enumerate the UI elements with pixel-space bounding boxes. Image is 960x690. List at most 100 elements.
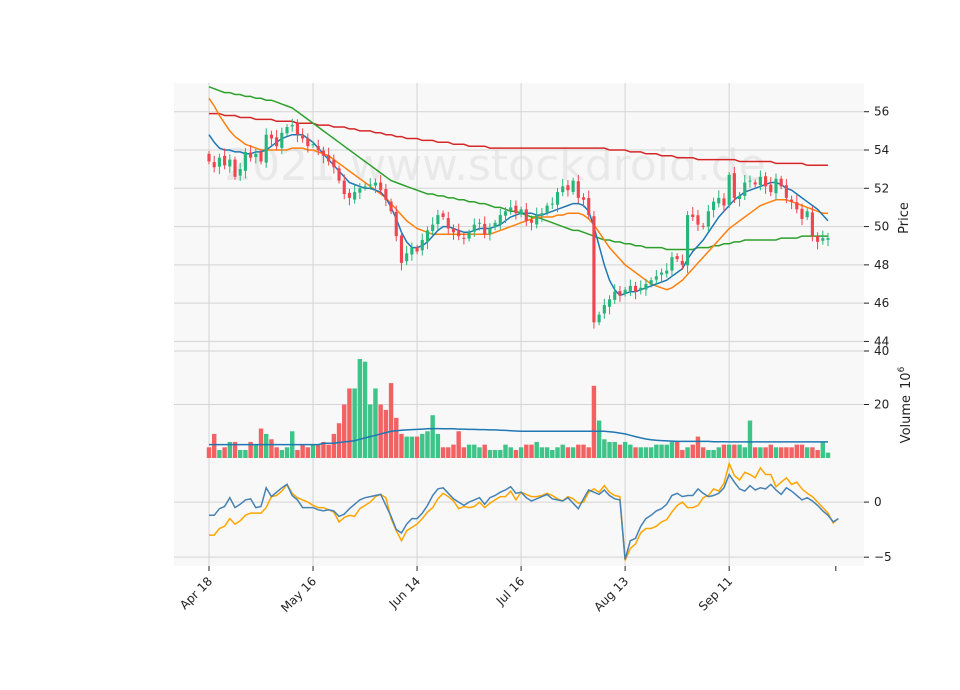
candle-body: [712, 201, 716, 211]
candle-body: [394, 211, 398, 237]
volume-bar: [695, 436, 701, 458]
candle-body: [425, 230, 430, 242]
candle-body: [441, 213, 445, 217]
volume-bar: [383, 409, 389, 458]
candle-body: [249, 152, 253, 158]
volume-bar: [529, 444, 534, 458]
volume-bar: [591, 385, 597, 458]
candle-body: [592, 216, 596, 323]
volume-bar: [295, 449, 300, 458]
volume-bar: [211, 433, 217, 458]
volume-bar: [362, 361, 368, 458]
volume-bar: [815, 449, 820, 458]
volume-axis-label: Volume 106: [897, 366, 914, 443]
volume-bar: [258, 428, 264, 458]
candle-body: [628, 285, 632, 291]
volume-bar: [524, 444, 529, 458]
volume-bar: [482, 444, 487, 458]
volume-bar: [440, 447, 446, 458]
candle-body: [431, 224, 435, 231]
candle-body: [498, 215, 502, 225]
candle-body: [738, 195, 742, 200]
candle-body: [753, 182, 757, 185]
candle-body: [420, 239, 424, 251]
candle-body: [379, 182, 383, 191]
volume-bar: [456, 431, 461, 458]
volume-bar: [778, 447, 784, 458]
volume-bar: [237, 449, 243, 458]
volume-bar: [472, 444, 477, 458]
volume-bar: [799, 444, 805, 458]
volume-bar: [217, 449, 222, 458]
volume-bar: [435, 433, 441, 458]
volume-bar: [669, 441, 675, 458]
x-tick-label: May 16: [278, 574, 319, 615]
candle-body: [654, 276, 658, 280]
price-tick-label: 54: [874, 143, 889, 157]
candle-body: [405, 253, 409, 262]
candle-body: [722, 198, 726, 206]
volume-bar: [342, 404, 347, 458]
volume-bar: [451, 444, 456, 458]
candle-body: [259, 152, 263, 162]
volume-bar: [550, 449, 555, 458]
price-axis-label: Price: [897, 202, 912, 234]
candle-body: [295, 123, 299, 135]
candle-body: [342, 180, 346, 195]
volume-bar: [794, 444, 800, 458]
candle-body: [555, 192, 560, 205]
volume-bar: [373, 388, 378, 458]
candle-body: [784, 185, 788, 198]
volume-bar: [326, 444, 331, 458]
volume-bar: [674, 441, 680, 458]
volume-bar: [747, 420, 753, 458]
macd-tick-label: 0: [874, 495, 882, 509]
volume-bar: [581, 444, 586, 458]
volume-bar: [399, 433, 404, 458]
x-tick-label: Apr 18: [177, 574, 215, 612]
volume-bar: [394, 417, 399, 458]
price-panel: [174, 83, 864, 351]
volume-bar: [243, 449, 248, 458]
candle-body: [743, 182, 747, 196]
candle-body: [384, 189, 388, 200]
volume-bar: [586, 447, 591, 458]
candle-body: [779, 178, 783, 187]
volume-bar: [804, 447, 810, 458]
candle-body: [399, 235, 404, 263]
volume-bar: [648, 447, 654, 458]
candle-body: [816, 236, 820, 242]
candle-body: [446, 218, 450, 229]
y-axis-ticks: 444648505254562040−50: [864, 105, 892, 564]
candle-body: [436, 215, 440, 225]
candle-body: [353, 192, 357, 200]
volume-bar: [264, 433, 269, 458]
candle-body: [764, 176, 768, 187]
candle-body: [514, 205, 518, 214]
volume-bar: [461, 447, 467, 458]
volume-bar: [638, 447, 643, 458]
candle-body: [701, 225, 705, 227]
candle-body: [602, 305, 606, 314]
volume-bar: [742, 447, 747, 458]
candle-body: [415, 247, 419, 252]
candle-body: [790, 199, 794, 202]
candle-body: [509, 207, 513, 211]
candle-body: [665, 270, 669, 274]
candle-body: [363, 186, 367, 188]
volume-bar: [654, 444, 659, 458]
price-tick-label: 46: [874, 296, 889, 310]
volume-bar: [425, 431, 430, 458]
volume-bar: [700, 447, 706, 458]
volume-bar: [269, 439, 274, 458]
candle-body: [301, 135, 305, 139]
volume-bar: [539, 447, 545, 458]
candle-body: [649, 280, 653, 285]
candle-body: [581, 197, 586, 200]
volume-bar: [784, 447, 789, 458]
x-tick-label: Jun 14: [386, 574, 423, 611]
candle-body: [821, 238, 825, 241]
volume-bar: [622, 441, 628, 458]
candle-body: [706, 211, 710, 227]
candle-body: [691, 214, 695, 217]
